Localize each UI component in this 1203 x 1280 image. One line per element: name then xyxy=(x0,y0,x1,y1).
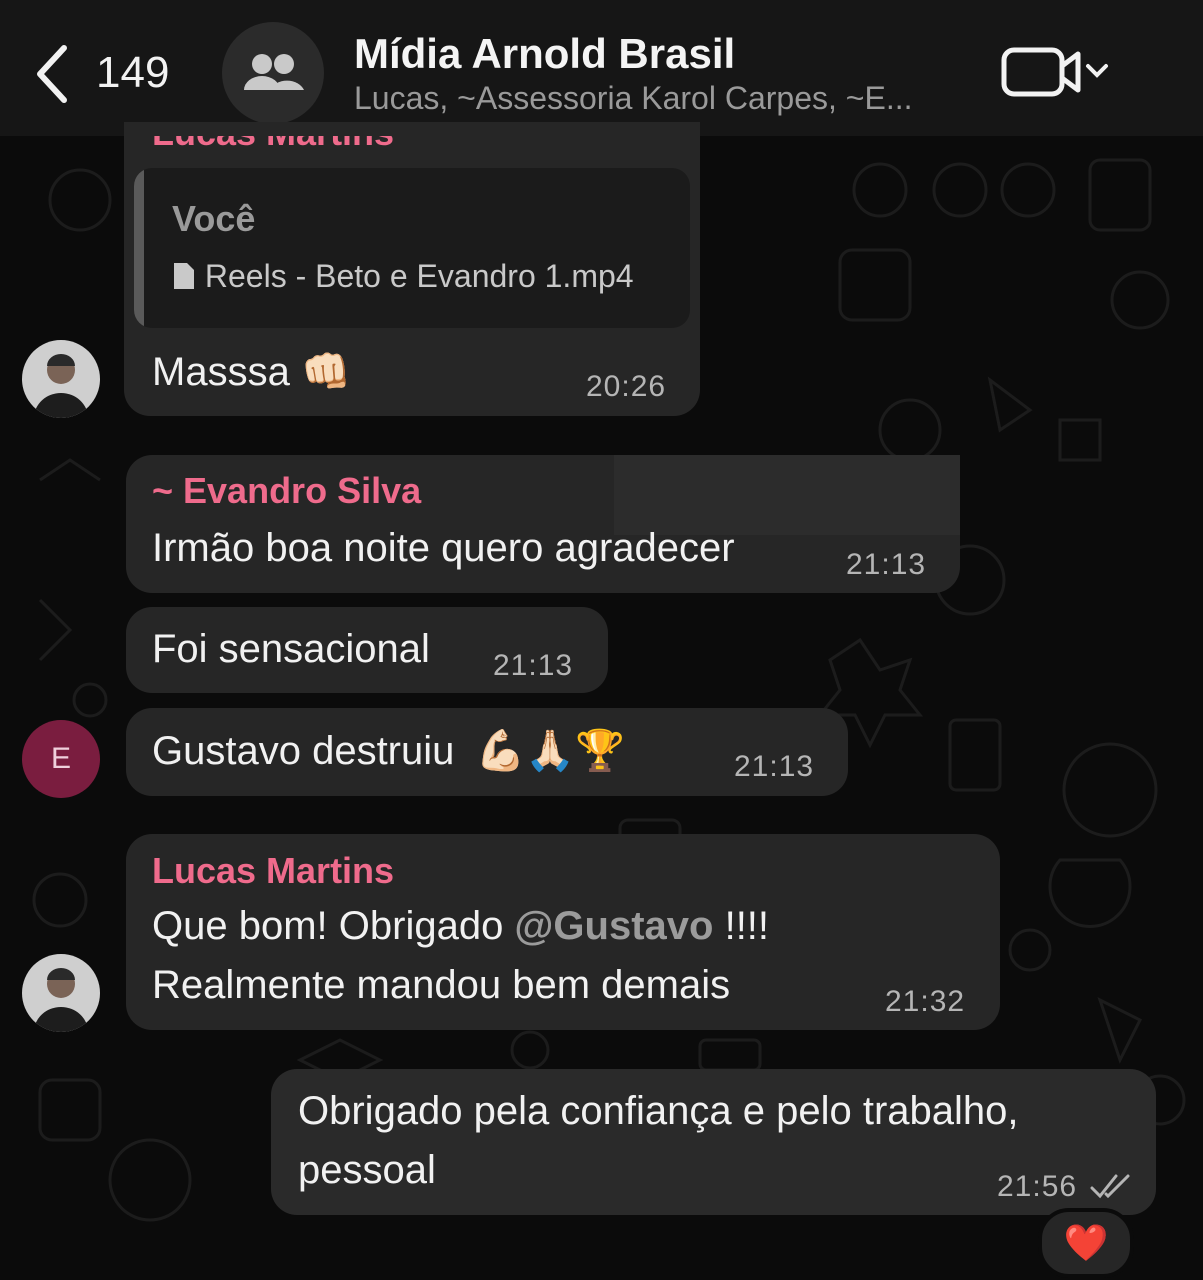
message-text-content: Que bom! Obrigado xyxy=(152,904,515,948)
avatar-photo xyxy=(22,954,100,1032)
message-text: Irmão boa noite quero agradecer xyxy=(152,526,735,570)
message-time: 21:56 xyxy=(997,1170,1078,1203)
message-text-line2: Realmente mandou bem demais xyxy=(152,963,731,1007)
sender-name: Lucas Martins xyxy=(152,850,395,891)
reaction-heart: ❤️ xyxy=(1063,1222,1109,1263)
message-text-line1: Que bom! Obrigado @Gustavo !!!! xyxy=(152,904,769,949)
message-text: Foi sensacional xyxy=(152,627,430,671)
quote-bar xyxy=(134,168,144,328)
avatar-lucas[interactable] xyxy=(22,340,100,418)
video-call-icon[interactable] xyxy=(1000,44,1112,100)
double-check-icon xyxy=(1090,1174,1130,1199)
message-text-content: !!!! xyxy=(713,904,770,948)
avatar-evandro[interactable]: E xyxy=(22,720,100,798)
emoji-group: 💪🏻🙏🏻🏆 xyxy=(475,729,625,773)
message-text-content: Gustavo destruiu xyxy=(152,729,455,773)
chat-members[interactable]: Lucas, ~Assessoria Karol Carpes, ~E... xyxy=(354,80,912,117)
message-time: 21:13 xyxy=(493,649,574,682)
quote-file: Reels - Beto e Evandro 1.mp4 xyxy=(172,258,634,295)
emoji-fist: 👊🏻 xyxy=(300,350,351,394)
redacted-area xyxy=(614,455,960,535)
chevron-down-icon xyxy=(1086,64,1108,78)
unread-count[interactable]: 149 xyxy=(96,48,169,98)
quote-file-name: Reels - Beto e Evandro 1.mp4 xyxy=(204,258,634,294)
message-text: Gustavo destruiu 💪🏻🙏🏻🏆 xyxy=(152,727,625,774)
mention-gustavo[interactable]: @Gustavo xyxy=(514,904,713,948)
avatar-letter: E xyxy=(50,742,71,775)
chevron-left-icon[interactable] xyxy=(30,42,78,106)
message-text: Masssa 👊🏻 xyxy=(152,348,351,395)
message-time: 21:13 xyxy=(846,548,927,581)
message-time: 21:32 xyxy=(885,985,966,1018)
quoted-message[interactable]: Você Reels - Beto e Evandro 1.mp4 xyxy=(134,168,690,328)
file-icon xyxy=(174,263,194,289)
quote-author: Você xyxy=(172,198,256,239)
sender-name: ~ Evandro Silva xyxy=(152,470,422,511)
avatar-lucas[interactable] xyxy=(22,954,100,1032)
message-time: 20:26 xyxy=(586,370,667,403)
message-text-line2: pessoal xyxy=(298,1148,436,1192)
chat-header: 149 Mídia Arnold Brasil Lucas, ~Assessor… xyxy=(0,0,1203,136)
group-avatar[interactable] xyxy=(222,22,324,124)
avatar-photo xyxy=(22,340,100,418)
group-icon xyxy=(244,54,304,90)
reaction-badge[interactable]: ❤️ xyxy=(1038,1208,1134,1278)
chat-title[interactable]: Mídia Arnold Brasil xyxy=(354,30,735,78)
message-text-content: Masssa xyxy=(152,350,290,394)
message-text-line1: Obrigado pela confiança e pelo trabalho, xyxy=(298,1089,1019,1133)
message-time: 21:13 xyxy=(734,750,815,783)
